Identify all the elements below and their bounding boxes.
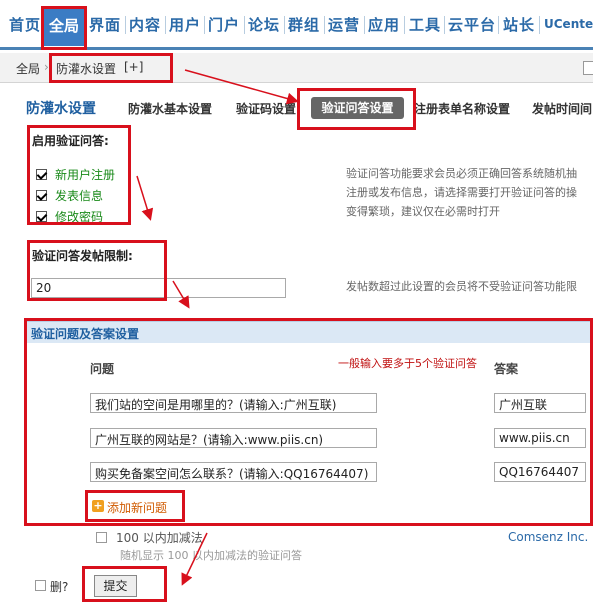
- limit-tip: 发帖数超过此设置的会员将不受验证问答功能限: [346, 280, 577, 293]
- author-label: Comsenz Inc.: [508, 530, 589, 544]
- tip-line: 验证问答功能要求会员必须正确回答系统随机抽: [346, 167, 577, 180]
- nav-item-content[interactable]: 内容: [129, 14, 161, 35]
- tip-line: 变得繁琐，建议仅在必需时打开: [346, 205, 500, 218]
- math-qa-sub: 随机显示 100 以内加减法的验证问答: [120, 549, 302, 562]
- highlight-box-global: [41, 6, 87, 50]
- checkbox-delete[interactable]: [35, 580, 46, 591]
- nav-item-operation[interactable]: 运营: [328, 14, 360, 35]
- nav-item-group[interactable]: 群组: [288, 14, 320, 35]
- nav-item-tools[interactable]: 工具: [409, 14, 441, 35]
- nav-separator: [324, 16, 325, 34]
- page-title: 防灌水设置: [26, 101, 96, 117]
- tab-captcha[interactable]: 验证码设置: [236, 100, 296, 117]
- enable-qa-tip: 验证问答功能要求会员必须正确回答系统随机抽 注册或发布信息，请选择需要打开验证问…: [346, 164, 577, 221]
- nav-item-ucenter[interactable]: UCenter: [544, 17, 593, 31]
- highlight-box-tab: [297, 88, 416, 130]
- nav-separator: [204, 16, 205, 34]
- nav-item-cloud[interactable]: 云平台: [448, 14, 496, 35]
- nav-item-users[interactable]: 用户: [169, 14, 201, 35]
- top-nav: 首页 全局 界面 内容 用户 门户 论坛 群组 运营 应用 工具 云平台 站长 …: [0, 0, 593, 50]
- nav-item-home[interactable]: 首页: [9, 14, 41, 35]
- arrow-to-limit: [136, 175, 154, 221]
- highlight-box-limit: [27, 240, 167, 301]
- highlight-box-submit: [82, 566, 167, 602]
- nav-separator: [444, 16, 445, 34]
- tip-line: 注册或发布信息，请选择需要打开验证问答的操: [346, 186, 577, 199]
- nav-separator: [498, 16, 499, 34]
- math-qa-label: 100 以内加减法: [116, 531, 203, 545]
- nav-separator: [404, 16, 405, 34]
- nav-item-apps[interactable]: 应用: [368, 14, 400, 35]
- highlight-box-enable: [27, 125, 131, 225]
- tab-post-interval[interactable]: 发帖时间间: [532, 100, 592, 117]
- search-input[interactable]: [583, 61, 593, 75]
- nav-separator: [364, 16, 365, 34]
- nav-separator: [284, 16, 285, 34]
- highlight-box-qa-section: [24, 318, 593, 526]
- nav-item-portal[interactable]: 门户: [208, 14, 240, 35]
- delete-label: 删?: [50, 580, 69, 594]
- highlight-box-breadcrumb: [49, 53, 173, 83]
- tab-basic[interactable]: 防灌水基本设置: [128, 100, 212, 117]
- tab-register-form[interactable]: 注册表单名称设置: [414, 100, 510, 117]
- breadcrumb-root[interactable]: 全局: [16, 60, 40, 77]
- nav-separator: [125, 16, 126, 34]
- nav-item-webmaster[interactable]: 站长: [503, 14, 535, 35]
- nav-separator: [244, 16, 245, 34]
- nav-item-interface[interactable]: 界面: [89, 14, 121, 35]
- checkbox-math-qa[interactable]: [96, 532, 107, 543]
- nav-separator: [539, 16, 540, 34]
- nav-separator: [165, 16, 166, 34]
- nav-item-forum[interactable]: 论坛: [248, 14, 280, 35]
